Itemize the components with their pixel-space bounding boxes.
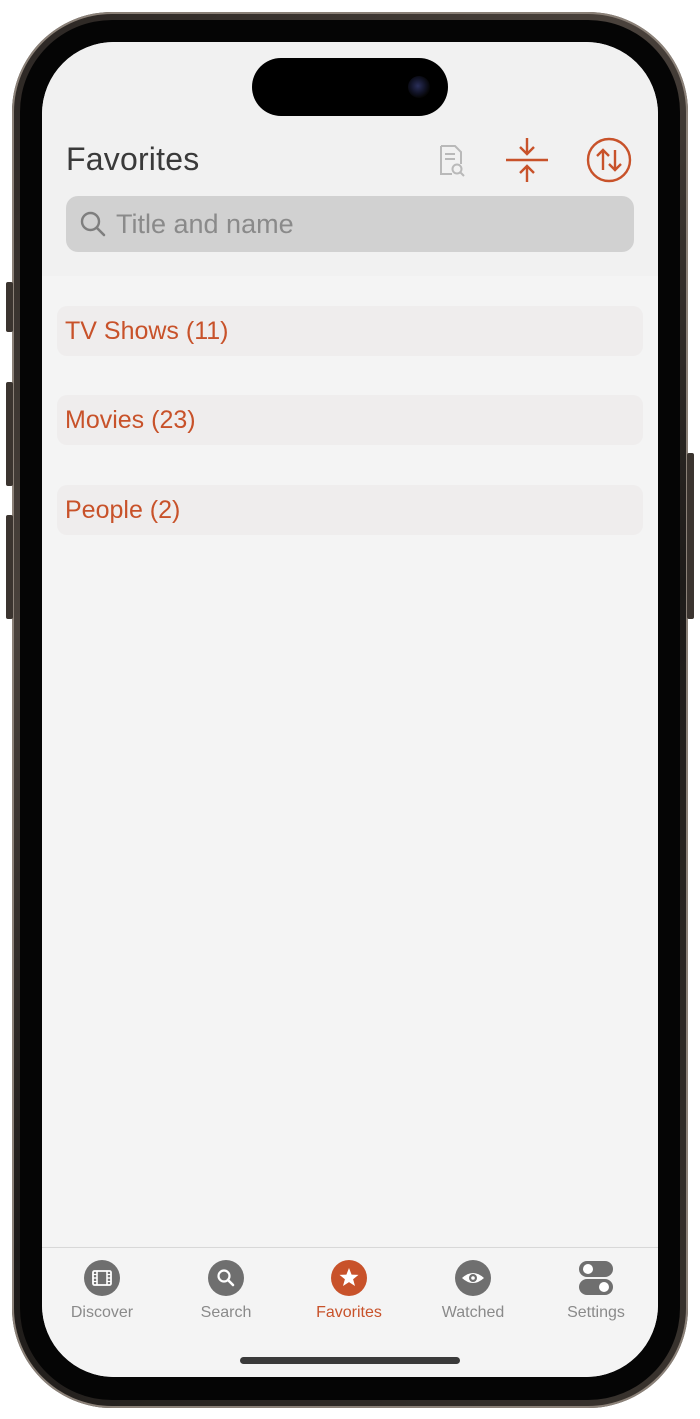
home-indicator[interactable]: [240, 1357, 460, 1364]
section-people[interactable]: People (2): [57, 485, 643, 535]
sort-icon[interactable]: [586, 137, 632, 183]
search-bar[interactable]: [66, 196, 634, 252]
search-icon: [78, 209, 108, 239]
screen: Favorites Title and name TV Shows (11) M…: [42, 42, 658, 1377]
section-label: People (2): [65, 495, 181, 524]
favorites-list: TV Shows (11) Movies (23) People (2): [42, 276, 658, 1246]
section-tv-shows[interactable]: TV Shows (11): [57, 306, 643, 356]
volume-up-button: [6, 382, 13, 486]
section-label: TV Shows (11): [65, 316, 229, 345]
tab-watched[interactable]: Watched: [413, 1256, 533, 1336]
tab-label: Settings: [567, 1304, 625, 1321]
page-title: Favorites: [66, 141, 200, 177]
tab-settings[interactable]: Settings: [536, 1256, 656, 1336]
collapse-icon[interactable]: [504, 136, 550, 184]
search-icon: [208, 1260, 244, 1296]
tab-label: Watched: [441, 1304, 505, 1321]
section-label: Movies (23): [65, 405, 196, 434]
film-icon: [84, 1260, 120, 1296]
volume-down-button: [6, 515, 13, 619]
document-search-icon[interactable]: [438, 144, 466, 178]
dynamic-island: [252, 58, 448, 116]
section-movies[interactable]: Movies (23): [57, 395, 643, 445]
tab-search[interactable]: Search: [166, 1256, 286, 1336]
action-button: [6, 282, 13, 332]
toggles-icon: [579, 1261, 613, 1295]
eye-icon: [455, 1260, 491, 1296]
tab-label: Search: [200, 1304, 252, 1321]
power-button: [687, 453, 694, 619]
star-icon: [331, 1260, 367, 1296]
search-input[interactable]: [114, 207, 618, 241]
camera-icon: [408, 76, 430, 98]
tab-bar: Discover Search Favorites Watched Settin…: [42, 1247, 658, 1377]
tab-label: Discover: [70, 1304, 134, 1321]
tab-discover[interactable]: Discover: [42, 1256, 162, 1336]
tab-favorites[interactable]: Favorites: [289, 1256, 409, 1336]
tab-label: Favorites: [316, 1304, 382, 1321]
